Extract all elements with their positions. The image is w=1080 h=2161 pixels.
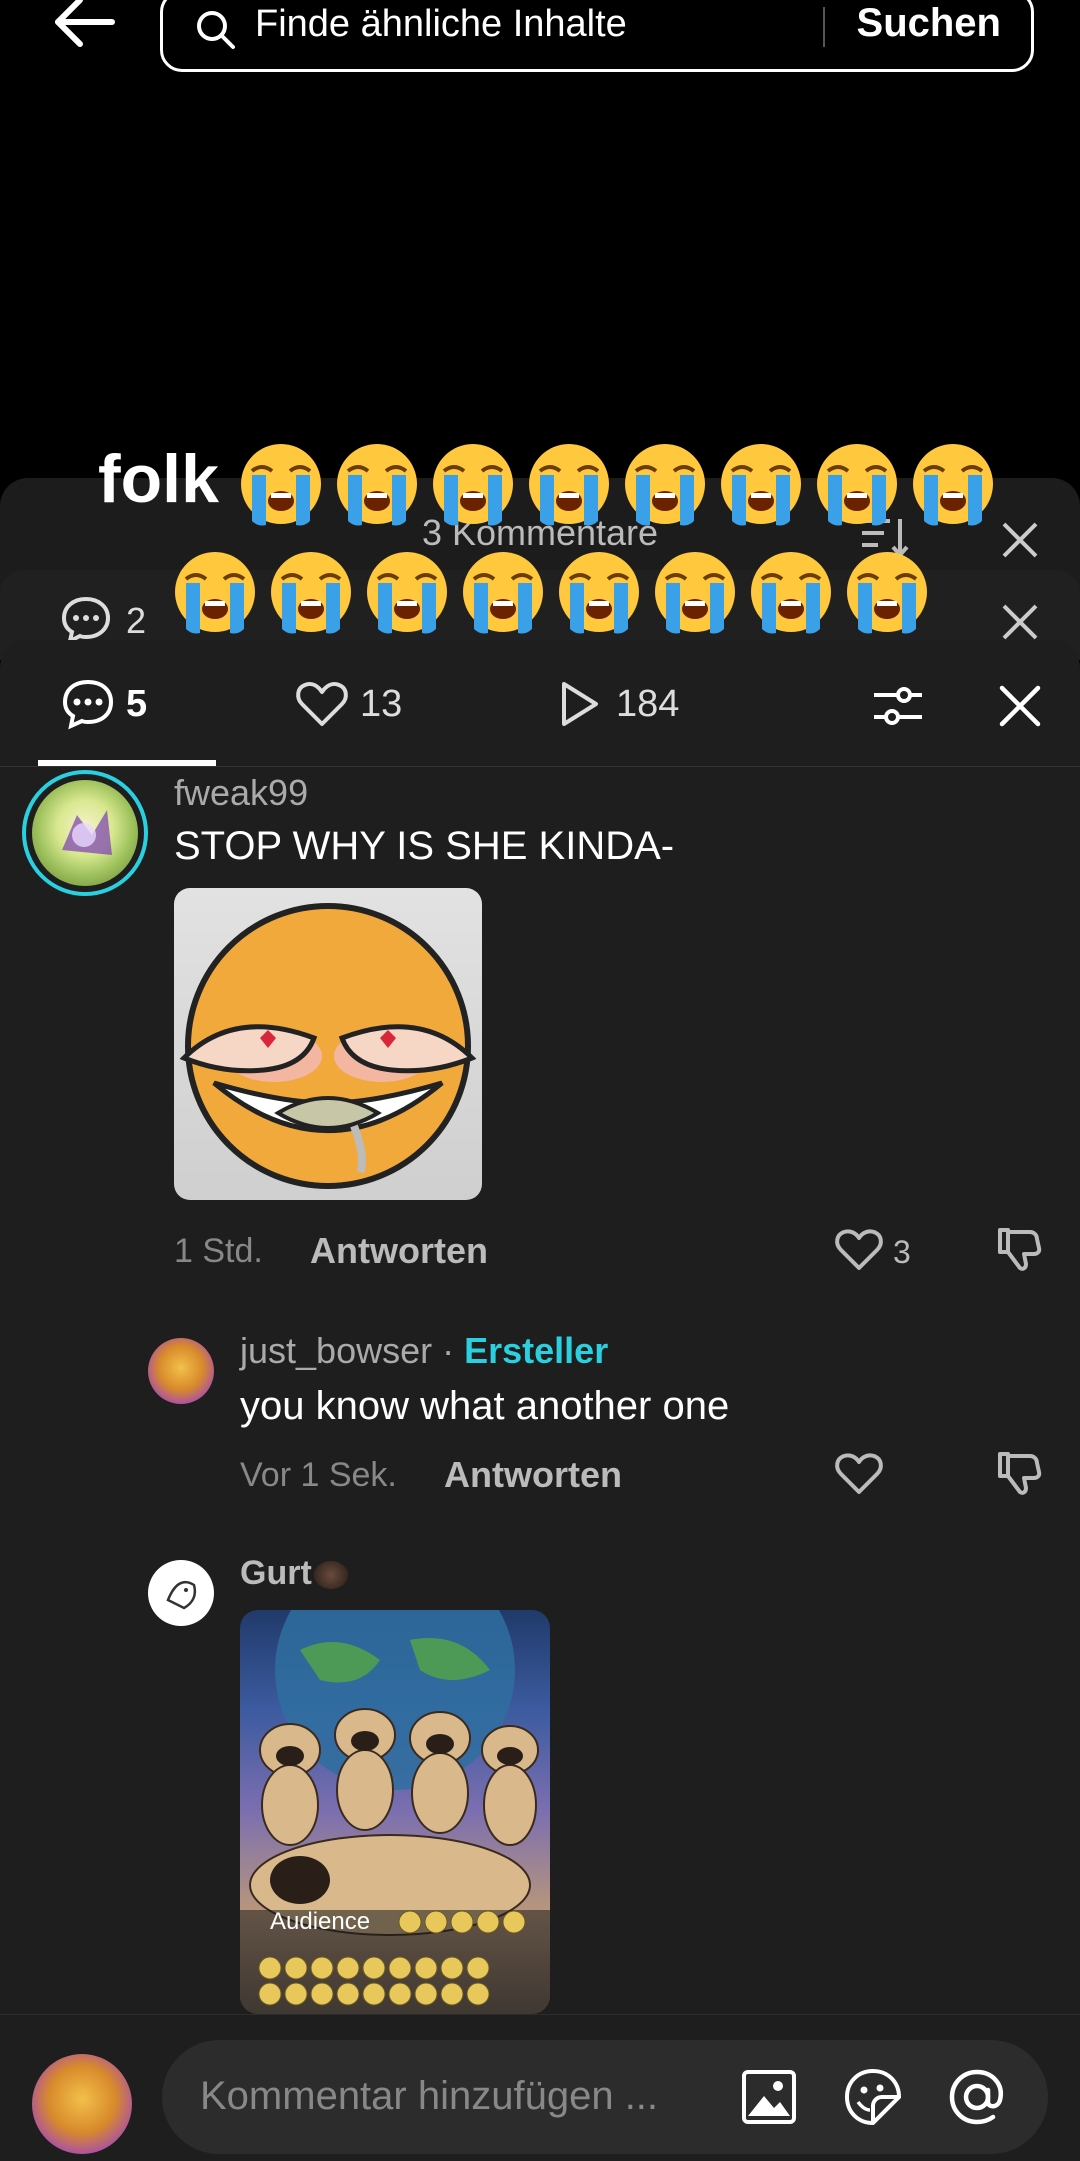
emoji-row bbox=[172, 549, 940, 634]
comment-icon bbox=[61, 596, 111, 645]
creator-badge: Ersteller bbox=[464, 1330, 609, 1371]
comment-image[interactable]: Audience bbox=[240, 1610, 550, 2014]
username-emoji bbox=[313, 1561, 348, 1590]
loudly-crying-face-icon bbox=[528, 444, 609, 526]
comment-timestamp: 1 Std. bbox=[174, 1232, 263, 1270]
comments-count: 5 bbox=[126, 682, 148, 725]
blushing-emoji-sticker bbox=[179, 903, 477, 1189]
tab-comments[interactable]: 5 bbox=[60, 676, 147, 732]
comment-text: you know what another one bbox=[240, 1384, 730, 1428]
loudly-crying-face-icon bbox=[271, 552, 351, 634]
loudly-crying-face-icon bbox=[175, 552, 255, 634]
my-avatar[interactable] bbox=[32, 2054, 132, 2154]
background-comment-count: 2 bbox=[126, 600, 147, 641]
like-count: 3 bbox=[893, 1234, 911, 1270]
separator: · bbox=[442, 1330, 455, 1371]
search-icon bbox=[197, 11, 235, 49]
search-button[interactable]: Suchen bbox=[857, 1, 1001, 46]
views-count: 184 bbox=[616, 682, 680, 725]
video-caption-line1: folk bbox=[98, 440, 1078, 527]
image-caption-text: Audience bbox=[270, 1908, 371, 1935]
search-bar[interactable]: Finde ähnliche Inhalte Suchen bbox=[160, 0, 1034, 72]
loudly-crying-face-icon bbox=[432, 444, 513, 526]
loudly-crying-face-icon bbox=[336, 444, 417, 526]
username-text: Gurt bbox=[240, 1554, 312, 1592]
loudly-crying-face-icon bbox=[912, 444, 993, 526]
comment-timestamp: Vor 1 Sek. bbox=[240, 1456, 397, 1494]
loudly-crying-face-icon bbox=[751, 552, 831, 634]
top-bar: Finde ähnliche Inhalte Suchen bbox=[0, 0, 1080, 90]
comment-input-placeholder: Kommentar hinzufügen ... bbox=[200, 2074, 659, 2118]
reply-button[interactable]: Antworten bbox=[444, 1454, 622, 1496]
loudly-crying-face-icon bbox=[463, 552, 543, 634]
avatar-art bbox=[166, 1580, 197, 1610]
pugs-meme-image bbox=[240, 1610, 550, 2014]
tab-active-indicator bbox=[38, 760, 216, 766]
heart-icon[interactable] bbox=[834, 1448, 884, 1498]
back-arrow-icon[interactable] bbox=[50, 0, 120, 52]
loudly-crying-face-icon bbox=[720, 444, 801, 526]
filter-sliders-icon[interactable] bbox=[870, 678, 926, 734]
reply-username-row: just_bowser · Ersteller bbox=[240, 1330, 608, 1372]
loudly-crying-face-icon bbox=[847, 552, 927, 634]
likes-count: 13 bbox=[360, 682, 403, 725]
emoji-sticker-icon[interactable] bbox=[842, 2066, 904, 2128]
heart-icon[interactable] bbox=[834, 1224, 884, 1274]
caption-word: folk bbox=[98, 441, 219, 517]
heart-icon bbox=[296, 681, 348, 726]
comment-text: STOP WHY IS SHE KINDA- bbox=[174, 824, 675, 868]
loudly-crying-face-icon bbox=[240, 444, 321, 526]
dislike-icon[interactable] bbox=[994, 1448, 1044, 1498]
search-divider bbox=[823, 7, 825, 47]
play-icon bbox=[562, 682, 598, 726]
avatar-art bbox=[62, 810, 112, 855]
loudly-crying-face-icon bbox=[655, 552, 735, 634]
close-icon[interactable] bbox=[996, 682, 1044, 730]
comment-username[interactable]: Gurt bbox=[240, 1554, 348, 1593]
video-caption-line2 bbox=[172, 548, 1072, 635]
dislike-icon[interactable] bbox=[994, 1224, 1044, 1274]
loudly-crying-face-icon bbox=[559, 552, 639, 634]
comment-username[interactable]: fweak99 bbox=[174, 772, 308, 814]
comment-image[interactable] bbox=[174, 888, 482, 1200]
avatar bbox=[32, 780, 138, 886]
mention-at-icon[interactable] bbox=[946, 2066, 1008, 2128]
comment-input[interactable]: Kommentar hinzufügen ... bbox=[162, 2040, 1048, 2154]
tab-views[interactable]: 184 bbox=[550, 676, 679, 732]
loudly-crying-face-icon bbox=[624, 444, 705, 526]
image-icon[interactable] bbox=[740, 2068, 798, 2126]
emoji-row bbox=[238, 441, 1006, 526]
reply-button[interactable]: Antworten bbox=[310, 1230, 488, 1272]
avatar-story-ring[interactable] bbox=[22, 770, 148, 896]
avatar[interactable] bbox=[148, 1338, 214, 1404]
search-input[interactable]: Finde ähnliche Inhalte bbox=[255, 3, 627, 46]
comment-username[interactable]: just_bowser bbox=[240, 1330, 432, 1371]
avatar[interactable] bbox=[148, 1560, 214, 1626]
comment-icon bbox=[62, 679, 114, 730]
loudly-crying-face-icon bbox=[816, 444, 897, 526]
loudly-crying-face-icon bbox=[367, 552, 447, 634]
tab-likes[interactable]: 13 bbox=[294, 676, 402, 732]
